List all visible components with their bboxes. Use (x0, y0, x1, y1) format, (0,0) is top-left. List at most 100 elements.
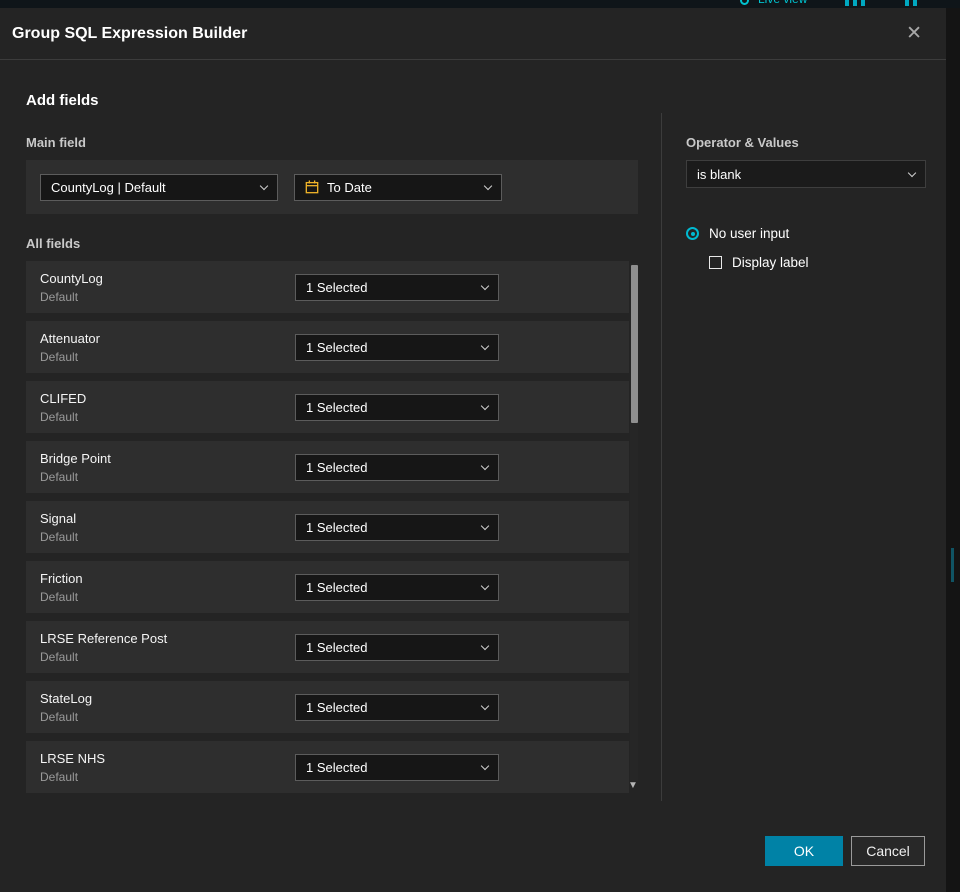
operator-values-column: Operator & Values is blank No user input… (662, 113, 926, 801)
chevron-down-icon (480, 341, 490, 350)
all-fields-label: All fields (26, 236, 81, 251)
field-selection-dropdown[interactable]: 1 Selected (295, 633, 499, 661)
field-selection-dropdown[interactable]: 1 Selected (295, 573, 499, 601)
ok-button[interactable]: OK (765, 836, 843, 866)
field-row-lrse-nhs: LRSE NHS Default 1 Selected (26, 741, 629, 793)
field-name: LRSE NHS (40, 750, 106, 766)
field-name: Bridge Point (40, 450, 111, 466)
field-row-statelog: StateLog Default 1 Selected (26, 681, 629, 733)
close-icon[interactable]: ✕ (902, 20, 926, 47)
field-subtitle: Default (40, 289, 79, 304)
selection-value: 1 Selected (306, 759, 368, 775)
chart-columns-icon (845, 0, 865, 6)
operator-values-label: Operator & Values (686, 135, 799, 150)
field-name: StateLog (40, 690, 93, 706)
field-name: Friction (40, 570, 83, 586)
live-view-icon (740, 0, 749, 5)
calendar-icon (305, 180, 319, 194)
selection-value: 1 Selected (306, 579, 368, 595)
field-selection-dropdown[interactable]: 1 Selected (295, 333, 499, 361)
field-info: Bridge Point Default (40, 450, 295, 485)
field-subtitle: Default (40, 409, 79, 424)
main-field-select-value: CountyLog | Default (51, 179, 166, 195)
chevron-down-icon (480, 281, 490, 290)
scrollbar-thumb[interactable] (630, 265, 638, 423)
field-info: LRSE NHS Default (40, 750, 295, 785)
add-fields-heading: Add fields (26, 92, 99, 109)
dialog-body: Add fields Main field CountyLog | Defaul… (0, 60, 946, 892)
chevron-down-icon (480, 581, 490, 590)
selection-value: 1 Selected (306, 339, 368, 355)
field-name: LRSE Reference Post (40, 630, 168, 646)
field-info: Signal Default (40, 510, 295, 545)
main-field-row: CountyLog | Default To Date (26, 160, 638, 214)
field-name: Signal (40, 510, 77, 526)
field-subtitle: Default (40, 709, 79, 724)
field-subtitle: Default (40, 649, 79, 664)
fields-column: Main field CountyLog | Default To Date A… (26, 113, 638, 801)
field-selection-dropdown[interactable]: 1 Selected (295, 753, 499, 781)
field-name: Attenuator (40, 330, 100, 346)
field-info: CountyLog Default (40, 270, 295, 305)
selection-value: 1 Selected (306, 459, 368, 475)
dialog-header: Group SQL Expression Builder ✕ (0, 8, 946, 60)
selection-value: 1 Selected (306, 519, 368, 535)
chevron-down-icon (480, 461, 490, 470)
all-fields-list: CountyLog Default 1 Selected Attenuator … (26, 261, 638, 793)
dialog-columns: Main field CountyLog | Default To Date A… (26, 113, 946, 801)
group-sql-expression-builder-dialog: Group SQL Expression Builder ✕ Add field… (0, 8, 946, 892)
field-row-lrse-reference-post: LRSE Reference Post Default 1 Selected (26, 621, 629, 673)
field-info: Attenuator Default (40, 330, 295, 365)
live-view-label: Live view (758, 0, 807, 6)
no-user-input-radio[interactable]: No user input (686, 226, 926, 241)
field-subtitle: Default (40, 769, 79, 784)
date-part-select-value: To Date (327, 179, 372, 195)
chevron-down-icon (480, 521, 490, 530)
pause-icon (905, 0, 917, 6)
selection-value: 1 Selected (306, 699, 368, 715)
chevron-down-icon (259, 181, 269, 190)
field-row-signal: Signal Default 1 Selected (26, 501, 629, 553)
display-label-checkbox[interactable]: Display label (709, 255, 926, 270)
field-info: StateLog Default (40, 690, 295, 725)
field-row-clifed: CLIFED Default 1 Selected (26, 381, 629, 433)
scrollbar[interactable]: ▼ (628, 263, 638, 791)
dialog-footer: OK Cancel (765, 836, 925, 866)
background-app-toolbar: Live view (0, 0, 960, 8)
selection-value: 1 Selected (306, 279, 368, 295)
field-selection-dropdown[interactable]: 1 Selected (295, 453, 499, 481)
chevron-down-icon (907, 168, 917, 177)
main-field-select[interactable]: CountyLog | Default (40, 173, 278, 201)
field-subtitle: Default (40, 349, 79, 364)
checkbox-unchecked-icon (709, 256, 722, 269)
cancel-button[interactable]: Cancel (851, 836, 925, 866)
checkbox-label: Display label (732, 255, 809, 270)
main-field-label: Main field (26, 135, 86, 150)
field-info: CLIFED Default (40, 390, 295, 425)
date-part-select[interactable]: To Date (294, 173, 502, 201)
field-subtitle: Default (40, 529, 79, 544)
chevron-down-icon (480, 641, 490, 650)
field-selection-dropdown[interactable]: 1 Selected (295, 513, 499, 541)
chevron-down-icon (480, 401, 490, 410)
selection-value: 1 Selected (306, 399, 368, 415)
selection-value: 1 Selected (306, 639, 368, 655)
radio-label: No user input (709, 226, 790, 241)
chevron-down-icon (480, 701, 490, 710)
field-selection-dropdown[interactable]: 1 Selected (295, 693, 499, 721)
field-row-bridge-point: Bridge Point Default 1 Selected (26, 441, 629, 493)
background-chart-fragment (951, 548, 954, 582)
dialog-title: Group SQL Expression Builder (12, 24, 248, 42)
scroll-down-arrow-icon[interactable]: ▼ (628, 781, 638, 791)
operator-select[interactable]: is blank (686, 160, 926, 188)
field-selection-dropdown[interactable]: 1 Selected (295, 393, 499, 421)
field-row-friction: Friction Default 1 Selected (26, 561, 629, 613)
field-name: CountyLog (40, 270, 103, 286)
field-selection-dropdown[interactable]: 1 Selected (295, 273, 499, 301)
field-subtitle: Default (40, 589, 79, 604)
operator-select-value: is blank (697, 166, 742, 182)
field-row-attenuator: Attenuator Default 1 Selected (26, 321, 629, 373)
chevron-down-icon (480, 761, 490, 770)
radio-selected-icon (686, 227, 699, 240)
field-row-countylog: CountyLog Default 1 Selected (26, 261, 629, 313)
